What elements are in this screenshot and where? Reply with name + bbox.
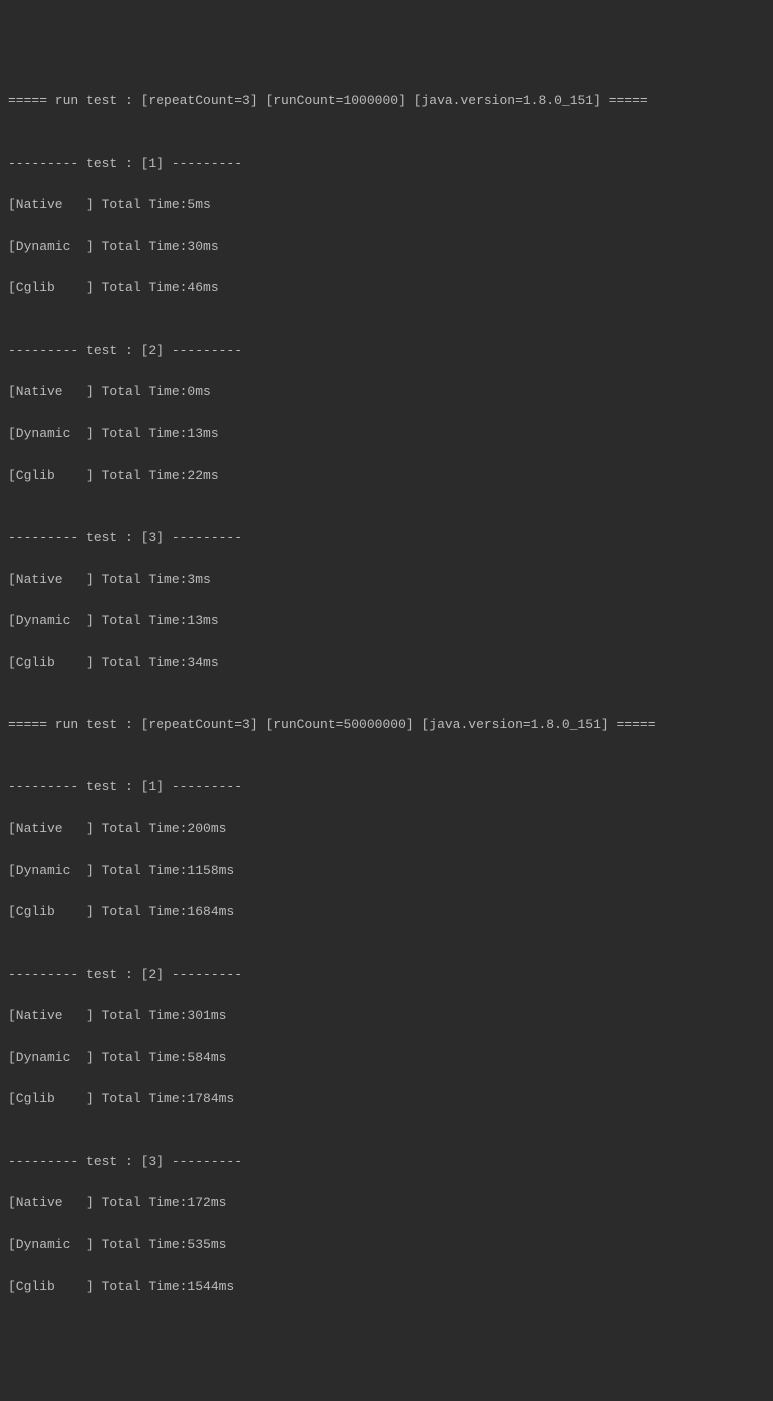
console-output: ===== run test : [repeatCount=3] [runCou… — [8, 91, 765, 1297]
result-line: [Cglib ] Total Time:1544ms — [8, 1277, 765, 1298]
result-line: [Dynamic ] Total Time:30ms — [8, 237, 765, 258]
test-header: --------- test : [1] --------- — [8, 154, 765, 175]
result-line: [Cglib ] Total Time:1684ms — [8, 902, 765, 923]
result-line: [Native ] Total Time:5ms — [8, 195, 765, 216]
result-line: [Native ] Total Time:0ms — [8, 382, 765, 403]
result-line: [Cglib ] Total Time:46ms — [8, 278, 765, 299]
result-line: [Dynamic ] Total Time:1158ms — [8, 861, 765, 882]
result-line: [Cglib ] Total Time:22ms — [8, 466, 765, 487]
result-line: [Dynamic ] Total Time:13ms — [8, 611, 765, 632]
result-line: [Native ] Total Time:200ms — [8, 819, 765, 840]
test-header: --------- test : [3] --------- — [8, 528, 765, 549]
result-line: [Dynamic ] Total Time:13ms — [8, 424, 765, 445]
run-header: ===== run test : [repeatCount=3] [runCou… — [8, 91, 765, 112]
test-header: --------- test : [1] --------- — [8, 777, 765, 798]
test-header: --------- test : [2] --------- — [8, 965, 765, 986]
result-line: [Native ] Total Time:3ms — [8, 570, 765, 591]
test-header: --------- test : [3] --------- — [8, 1152, 765, 1173]
result-line: [Native ] Total Time:172ms — [8, 1193, 765, 1214]
run-header: ===== run test : [repeatCount=3] [runCou… — [8, 715, 765, 736]
result-line: [Dynamic ] Total Time:584ms — [8, 1048, 765, 1069]
result-line: [Dynamic ] Total Time:535ms — [8, 1235, 765, 1256]
result-line: [Cglib ] Total Time:1784ms — [8, 1089, 765, 1110]
result-line: [Native ] Total Time:301ms — [8, 1006, 765, 1027]
test-header: --------- test : [2] --------- — [8, 341, 765, 362]
result-line: [Cglib ] Total Time:34ms — [8, 653, 765, 674]
